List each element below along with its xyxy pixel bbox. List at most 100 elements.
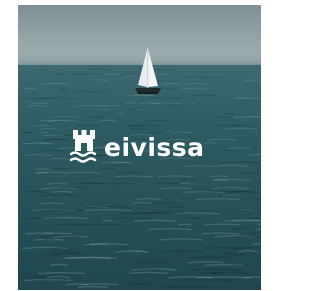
- wave-stroke: [196, 276, 252, 279]
- wave-stroke: [212, 116, 234, 118]
- castle-tower-waves-icon: [70, 130, 97, 163]
- wave-stroke: [163, 104, 183, 107]
- wave-stroke: [133, 261, 166, 264]
- wave-stroke: [42, 209, 85, 212]
- wave-stroke: [42, 134, 64, 137]
- wave-stroke: [218, 194, 243, 197]
- wave-stroke: [158, 187, 191, 190]
- wave-stroke: [135, 250, 146, 253]
- wave-stroke: [239, 172, 261, 174]
- wave-stroke: [240, 209, 261, 212]
- wave-stroke: [251, 243, 261, 246]
- wave-stroke: [42, 216, 88, 220]
- wave-stroke: [53, 235, 88, 238]
- wave-stroke: [23, 87, 38, 90]
- wave-stroke: [100, 167, 115, 170]
- wave-stroke: [185, 217, 201, 220]
- wave-stroke: [182, 178, 196, 181]
- wave-stroke: [214, 178, 251, 181]
- wave-stroke: [39, 128, 58, 130]
- wave-stroke: [162, 250, 203, 253]
- wave-stroke: [223, 253, 246, 256]
- wave-stroke: [84, 209, 132, 212]
- wave-stroke: [57, 90, 69, 93]
- wave-stroke: [35, 168, 51, 170]
- wave-stroke: [188, 260, 224, 264]
- wave-stroke: [152, 182, 181, 185]
- wave-stroke: [178, 223, 192, 226]
- hero-photo-card: eivissa: [18, 5, 261, 290]
- wave-stroke: [205, 246, 244, 250]
- wave-stroke: [109, 165, 125, 167]
- brand-wordmark: eivissa: [104, 132, 205, 162]
- wave-stroke: [23, 278, 73, 282]
- wave-stroke: [55, 223, 86, 226]
- wave-stroke: [44, 253, 62, 256]
- wave-stroke: [215, 124, 242, 127]
- wave-stroke: [133, 212, 169, 215]
- wave-stroke: [114, 182, 134, 185]
- wave-stroke: [134, 219, 176, 222]
- wave-stroke: [116, 171, 143, 174]
- wave-stroke: [101, 112, 118, 115]
- wave-stroke: [103, 73, 120, 75]
- wave-stroke: [159, 238, 204, 241]
- wave-stroke: [136, 197, 162, 200]
- wave-stroke: [110, 217, 151, 220]
- wave-stroke: [192, 94, 217, 97]
- wave-stroke: [190, 268, 243, 271]
- sailboat: [135, 48, 161, 94]
- wave-stroke: [177, 102, 192, 105]
- wave-stroke: [203, 142, 217, 145]
- wave-stroke: [146, 119, 170, 122]
- wave-stroke: [102, 219, 114, 222]
- wave-stroke: [42, 194, 80, 197]
- wave-stroke: [39, 83, 70, 85]
- wave-stroke: [38, 271, 85, 275]
- wave-stroke: [124, 102, 137, 105]
- wave-stroke: [184, 83, 210, 85]
- wave-stroke: [219, 161, 260, 164]
- wave-stroke: [30, 124, 50, 127]
- wave-stroke: [25, 154, 52, 157]
- wave-stroke: [65, 283, 89, 286]
- wave-stroke: [114, 175, 153, 178]
- wave-stroke: [196, 198, 240, 200]
- wave-stroke: [189, 256, 236, 260]
- wave-stroke: [149, 97, 180, 100]
- wave-stroke: [257, 223, 261, 226]
- wave-stroke: [23, 190, 46, 193]
- wave-stroke: [50, 250, 78, 253]
- wave-stroke: [84, 206, 130, 209]
- wave-stroke: [201, 232, 240, 235]
- wave-stroke: [212, 271, 248, 275]
- wave-stroke: [98, 120, 118, 122]
- wave-stroke: [204, 263, 245, 267]
- wave-stroke: [178, 88, 207, 90]
- wave-stroke: [208, 175, 229, 178]
- wave-stroke: [228, 147, 251, 150]
- wave-stroke: [87, 68, 112, 71]
- wave-stroke: [238, 249, 258, 253]
- wave-stroke: [257, 261, 261, 264]
- wave-stroke: [258, 165, 261, 167]
- wave-stroke: [50, 116, 79, 118]
- wave-stroke: [98, 108, 110, 111]
- wave-stroke: [19, 82, 37, 85]
- wave-stroke: [150, 202, 178, 205]
- wave-stroke: [214, 164, 249, 167]
- wave-stroke: [249, 232, 261, 235]
- wave-stroke: [198, 271, 217, 275]
- wave-stroke: [75, 73, 103, 75]
- wave-stroke: [174, 212, 220, 215]
- wave-stroke: [47, 97, 78, 100]
- wave-stroke: [51, 190, 73, 193]
- wave-stroke: [160, 83, 181, 85]
- wave-stroke: [187, 279, 236, 282]
- wave-stroke: [255, 228, 261, 231]
- wave-stroke: [165, 286, 207, 289]
- wave-stroke: [58, 88, 70, 90]
- wave-stroke: [157, 175, 193, 178]
- wave-stroke: [168, 206, 184, 209]
- wave-stroke: [180, 182, 191, 185]
